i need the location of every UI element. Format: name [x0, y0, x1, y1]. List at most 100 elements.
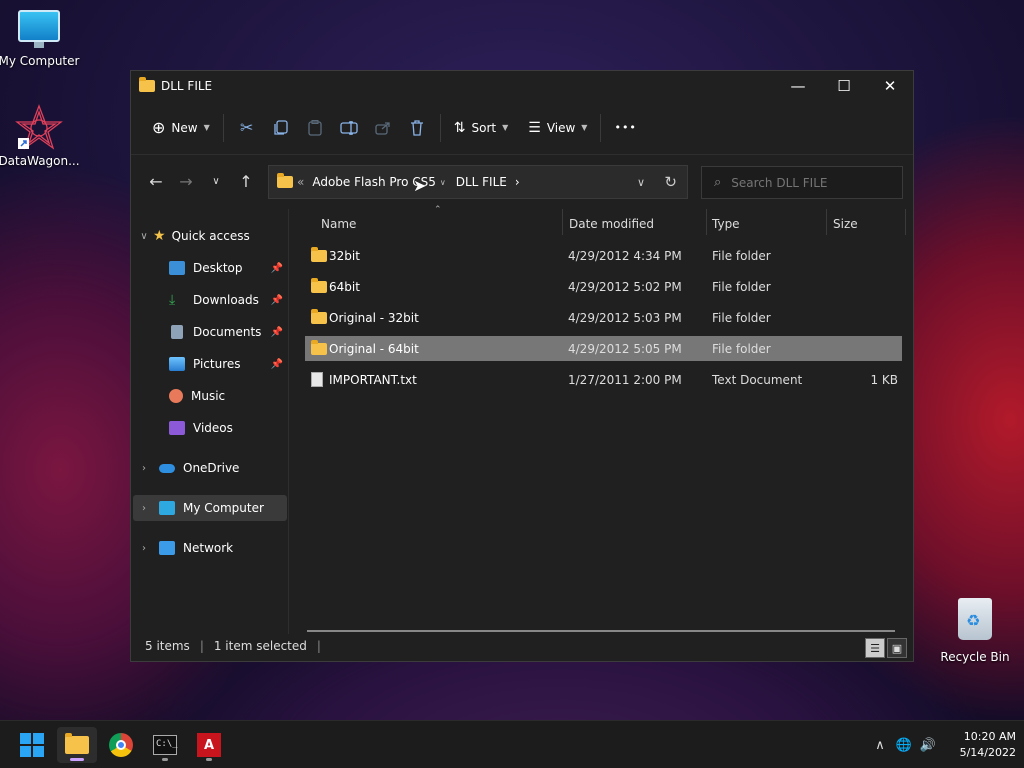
search-input[interactable]	[731, 175, 882, 190]
selection-count: 1 item selected	[213, 639, 307, 653]
taskbar-adobe[interactable]: A	[189, 727, 229, 763]
sidebar-item-desktop[interactable]: Desktop 📌	[169, 255, 287, 281]
cloud-icon	[159, 463, 175, 473]
up-button[interactable]: ↑	[231, 166, 261, 196]
monitor-icon	[18, 10, 60, 48]
file-type: File folder	[712, 248, 771, 263]
desktop-icon-recycle-bin[interactable]: ♻ Recycle Bin	[933, 598, 1017, 664]
desktop-icon	[169, 261, 185, 275]
toolbar-divider	[222, 113, 224, 142]
search-box[interactable]: ⌕	[701, 166, 903, 199]
breadcrumb-overflow[interactable]: «	[297, 175, 304, 189]
computer-icon	[159, 501, 175, 515]
file-row[interactable]: IMPORTANT.txt 1/27/2011 2:00 PM Text Doc…	[305, 367, 902, 392]
sidebar-item-label: Quick access	[171, 229, 250, 243]
chevron-down-icon[interactable]: ∨	[135, 231, 153, 242]
music-icon	[169, 389, 183, 403]
copy-button[interactable]	[264, 112, 298, 144]
desktop-icon-my-computer[interactable]: My Computer	[0, 10, 81, 68]
refresh-icon[interactable]: ↻	[664, 173, 677, 191]
address-history-chevron-icon[interactable]: ∨	[637, 176, 645, 189]
sort-button[interactable]: ⇅ Sort ▼	[447, 112, 516, 144]
share-button[interactable]	[366, 112, 400, 144]
network-icon	[159, 541, 175, 555]
back-button[interactable]: ←	[141, 166, 171, 196]
more-icon: •••	[614, 121, 637, 134]
pin-icon: 📌	[270, 326, 283, 338]
document-icon	[171, 325, 183, 339]
sidebar-item-documents[interactable]: Documents 📌	[169, 319, 287, 345]
file-name: Original - 64bit	[329, 341, 419, 356]
column-divider[interactable]	[826, 209, 827, 235]
sidebar-item-my-computer[interactable]: › My Computer	[133, 495, 287, 521]
file-row[interactable]: 32bit 4/29/2012 4:34 PM File folder	[305, 243, 902, 268]
chevron-up-icon[interactable]: ∧	[868, 738, 892, 753]
close-button[interactable]: ✕	[867, 71, 913, 101]
folder-icon	[311, 309, 327, 324]
chevron-down-icon: ▼	[502, 123, 509, 132]
new-button[interactable]: ⊕ New ▼	[145, 112, 217, 144]
column-header-name[interactable]: Name	[321, 217, 356, 231]
rename-icon	[340, 120, 358, 135]
chevron-right-icon[interactable]: ›	[135, 543, 153, 554]
file-row[interactable]: 64bit 4/29/2012 5:02 PM File folder	[305, 274, 902, 299]
title-bar[interactable]: DLL FILE — ☐ ✕	[131, 71, 913, 101]
rename-button[interactable]	[332, 112, 366, 144]
navigation-pane: ∨ ★ Quick access Desktop 📌 ⤓ Downloads 📌…	[131, 209, 289, 634]
recent-locations-button[interactable]: ∨	[201, 166, 231, 196]
forward-button[interactable]: →	[171, 166, 201, 196]
start-button[interactable]	[12, 727, 52, 763]
chevron-down-icon: ▼	[581, 123, 588, 132]
file-type: File folder	[712, 341, 771, 356]
sidebar-item-videos[interactable]: Videos	[169, 415, 233, 441]
chevron-right-icon[interactable]: ›	[515, 175, 520, 189]
taskbar-file-explorer[interactable]	[57, 727, 97, 763]
sidebar-item-pictures[interactable]: Pictures 📌	[169, 351, 287, 377]
sidebar-item-onedrive[interactable]: › OneDrive	[135, 455, 239, 481]
chevron-right-icon[interactable]: ›	[135, 463, 153, 474]
chevron-down-icon[interactable]: ∨	[440, 178, 446, 187]
tiles-view-button[interactable]: ▣	[887, 638, 907, 658]
cut-button[interactable]: ✂	[230, 112, 264, 144]
column-header-date[interactable]: Date modified	[569, 217, 654, 231]
delete-button[interactable]	[400, 112, 434, 144]
column-header-size[interactable]: Size	[833, 217, 858, 231]
new-label: New	[171, 120, 198, 135]
speaker-icon[interactable]: 🔊	[916, 738, 940, 753]
minimize-button[interactable]: —	[775, 71, 821, 101]
taskbar-command-prompt[interactable]: C:\_	[145, 727, 185, 763]
paste-button[interactable]	[298, 112, 332, 144]
taskbar-chrome[interactable]	[101, 727, 141, 763]
toolbar-divider	[600, 113, 602, 142]
sidebar-item-music[interactable]: Music	[169, 383, 225, 409]
clock[interactable]: 10:20 AM 5/14/2022	[956, 729, 1016, 761]
breadcrumb-segment[interactable]: DLL FILE	[456, 175, 507, 189]
file-date: 1/27/2011 2:00 PM	[568, 372, 682, 387]
column-divider[interactable]	[562, 209, 563, 235]
more-options-button[interactable]: •••	[607, 112, 643, 144]
maximize-button[interactable]: ☐	[821, 71, 867, 101]
sidebar-item-quick-access[interactable]: ∨ ★ Quick access	[135, 223, 250, 249]
address-bar[interactable]: « Adobe Flash Pro CS5 ∨ DLL FILE › ∨ ↻	[268, 165, 688, 199]
pin-icon: 📌	[270, 262, 283, 274]
file-name: 64bit	[329, 279, 360, 294]
chrome-icon	[109, 733, 133, 757]
chevron-right-icon[interactable]: ›	[135, 503, 153, 514]
view-button[interactable]: ☰ View ▼	[521, 112, 594, 144]
globe-icon[interactable]: 🌐	[892, 738, 916, 753]
desktop-icon-datawagon[interactable]: DataWagon...	[0, 104, 81, 168]
sidebar-item-downloads[interactable]: ⤓ Downloads 📌	[169, 287, 287, 313]
file-row[interactable]: Original - 32bit 4/29/2012 5:03 PM File …	[305, 305, 902, 330]
column-header-type[interactable]: Type	[712, 217, 740, 231]
sidebar-item-network[interactable]: › Network	[135, 535, 233, 561]
view-label: View	[546, 120, 576, 135]
arrow-left-icon: ←	[149, 171, 163, 191]
details-view-button[interactable]: ☰	[865, 638, 885, 658]
desktop-icon-label: My Computer	[0, 54, 80, 68]
sort-label: Sort	[471, 120, 497, 135]
desktop-icon-label: DataWagon...	[0, 154, 80, 168]
column-divider[interactable]	[905, 209, 906, 235]
file-row-selected[interactable]: Original - 64bit 4/29/2012 5:05 PM File …	[305, 336, 902, 361]
column-divider[interactable]	[706, 209, 707, 235]
trash-icon	[410, 119, 423, 136]
